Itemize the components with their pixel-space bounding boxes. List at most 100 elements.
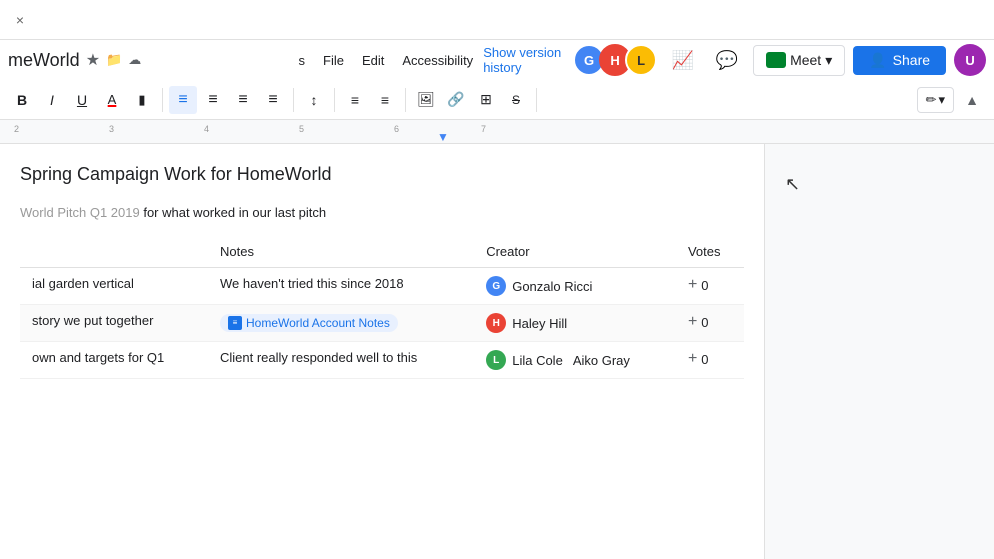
doc-title: meWorld: [8, 50, 80, 71]
doc-area[interactable]: Spring Campaign Work for HomeWorld World…: [0, 144, 764, 559]
share-button[interactable]: 👤 Share: [853, 46, 946, 75]
bullets-button[interactable]: ≡: [341, 86, 369, 114]
image-button[interactable]: 🖼: [412, 86, 440, 114]
bold-button[interactable]: B: [8, 86, 36, 114]
separator-5: [536, 88, 537, 112]
top-bar: ×: [0, 0, 994, 40]
sidebar-content: ↖: [765, 144, 994, 559]
creator-name-haley: Haley Hill: [512, 316, 567, 331]
avatar-lila[interactable]: L: [625, 44, 657, 76]
table-cell-2-2: L Lila Cole Aiko Gray: [474, 342, 676, 379]
doc-chip[interactable]: ≡ HomeWorld Account Notes: [220, 314, 398, 332]
cloud-icon[interactable]: ☁: [128, 52, 141, 68]
ruler-tick-3: 3: [109, 124, 114, 134]
table-cell-2-1: Client really responded well to this: [208, 342, 474, 379]
ruler-tab-stop[interactable]: ▼: [437, 130, 449, 144]
right-controls: G H L 📈 💬 Meet ▾ 👤 Share U: [573, 42, 986, 78]
underline-button[interactable]: U: [68, 86, 96, 114]
link-button[interactable]: 🔗: [442, 86, 470, 114]
edit-mode-button[interactable]: ✏ ▾: [917, 87, 954, 113]
share-icon: 👤: [869, 52, 886, 69]
ruler-tick-6: 6: [394, 124, 399, 134]
doc-subtext-normal: for what worked in our last pitch: [140, 205, 326, 220]
align-justify-button[interactable]: ≡: [259, 86, 287, 114]
collapse-toolbar-button[interactable]: ▲: [958, 86, 986, 114]
separator-4: [405, 88, 406, 112]
chip-doc-icon: ≡: [228, 316, 242, 330]
highlight-button[interactable]: ▮: [128, 86, 156, 114]
table-cell-1-1: ≡ HomeWorld Account Notes: [208, 305, 474, 342]
main-area: Spring Campaign Work for HomeWorld World…: [0, 144, 994, 559]
doc-heading: Spring Campaign Work for HomeWorld: [20, 164, 744, 185]
ruler-tick-4: 4: [204, 124, 209, 134]
table-button[interactable]: ⊞: [472, 86, 500, 114]
meet-dropdown-icon: ▾: [825, 52, 832, 69]
menu-item-accessibility[interactable]: Accessibility: [394, 49, 481, 72]
creator-cell: L Lila Cole Aiko Gray: [486, 350, 664, 370]
table-cell-1-0: story we put together: [20, 305, 208, 342]
table-row: story we put together ≡ HomeWorld Accoun…: [20, 305, 744, 342]
star-icon[interactable]: ★: [86, 50, 100, 70]
italic-button[interactable]: I: [38, 86, 66, 114]
table-cell-2-3: + 0: [676, 342, 744, 379]
vote-plus-icon[interactable]: +: [688, 350, 697, 368]
creator-avatar-lila: L: [486, 350, 506, 370]
col-header-0: [20, 236, 208, 268]
vote-cell: + 0: [688, 276, 732, 294]
doc-table: Notes Creator Votes ial garden vertical …: [20, 236, 744, 379]
show-version-history-link[interactable]: Show version history: [483, 45, 573, 75]
ruler-inner: 2 3 4 5 6 7 ▼: [0, 120, 994, 143]
chat-icon-button[interactable]: 💬: [709, 42, 745, 78]
format-bar: B I U A ▮ ≡ ≡ ≡ ≡ ↕ ≡ ≡ 🖼 🔗 ⊞ S ✏ ▾ ▲: [0, 80, 994, 120]
table-cell-1-3: + 0: [676, 305, 744, 342]
creator-cell: H Haley Hill: [486, 313, 664, 333]
strikethrough-button[interactable]: S: [502, 86, 530, 114]
creator-name-lila: Lila Cole: [512, 353, 563, 368]
creator-name-gonzalo: Gonzalo Ricci: [512, 279, 592, 294]
separator-3: [334, 88, 335, 112]
table-cell-0-2: G Gonzalo Ricci: [474, 268, 676, 305]
menu-item-edit[interactable]: Edit: [354, 49, 392, 72]
numbering-button[interactable]: ≡: [371, 86, 399, 114]
chip-label: HomeWorld Account Notes: [246, 316, 390, 330]
cursor-arrow: ↖: [785, 174, 800, 195]
vote-plus-icon[interactable]: +: [688, 276, 697, 294]
vote-count: 0: [701, 278, 708, 293]
table-cell-1-2: H Haley Hill: [474, 305, 676, 342]
separator-1: [162, 88, 163, 112]
col-header-notes: Notes: [208, 236, 474, 268]
table-row: ial garden vertical We haven't tried thi…: [20, 268, 744, 305]
table-cell-0-3: + 0: [676, 268, 744, 305]
align-center-button[interactable]: ≡: [199, 86, 227, 114]
ruler: 2 3 4 5 6 7 ▼: [0, 120, 994, 144]
meet-button[interactable]: Meet ▾: [753, 45, 845, 76]
meet-icon: [766, 52, 786, 68]
folder-icon[interactable]: 📁: [106, 52, 122, 68]
table-cell-0-0: ial garden vertical: [20, 268, 208, 305]
line-spacing-button[interactable]: ↕: [300, 86, 328, 114]
menu-item-file[interactable]: File: [315, 49, 352, 72]
share-label: Share: [893, 52, 930, 68]
doc-title-area: meWorld ★ 📁 ☁: [8, 50, 291, 71]
vote-plus-icon[interactable]: +: [688, 313, 697, 331]
align-right-button[interactable]: ≡: [229, 86, 257, 114]
menu-item-s[interactable]: s: [291, 49, 314, 72]
doc-page: Spring Campaign Work for HomeWorld World…: [0, 144, 764, 559]
collaborator-avatars: G H L: [573, 44, 657, 76]
align-left-button[interactable]: ≡: [169, 86, 197, 114]
creator-avatar-gonzalo: G: [486, 276, 506, 296]
pencil-icon: ✏: [926, 92, 937, 108]
col-header-creator: Creator: [474, 236, 676, 268]
col-header-votes: Votes: [676, 236, 744, 268]
table-row: own and targets for Q1 Client really res…: [20, 342, 744, 379]
separator-2: [293, 88, 294, 112]
creator-cell: G Gonzalo Ricci: [486, 276, 664, 296]
text-color-button[interactable]: A: [98, 86, 126, 114]
close-button[interactable]: ×: [8, 8, 32, 32]
ruler-tick-2: 2: [14, 124, 19, 134]
doc-subtext-grey: World Pitch Q1 2019: [20, 205, 140, 220]
trend-icon-button[interactable]: 📈: [665, 42, 701, 78]
ruler-tick-7: 7: [481, 124, 486, 134]
creator-name-aiko: Aiko Gray: [573, 353, 630, 368]
user-avatar[interactable]: U: [954, 44, 986, 76]
